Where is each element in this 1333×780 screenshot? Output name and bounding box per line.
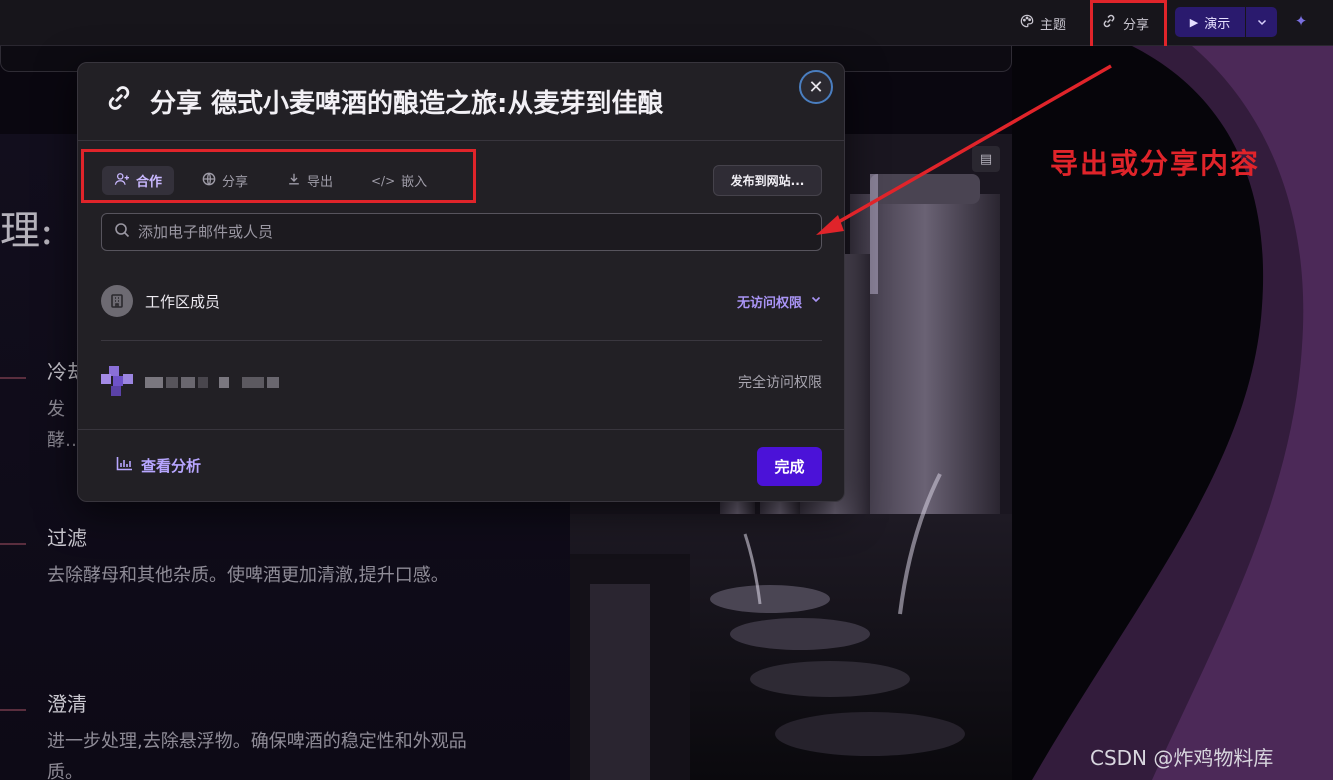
item-desc: 去除酵母和其他杂质。使啤酒更加清澈,提升口感。: [47, 565, 449, 586]
workspace-member-label: 工作区成员: [145, 292, 221, 311]
permission-label: 无访问权限: [736, 295, 802, 311]
annotation-text: 导出或分享内容: [1050, 147, 1261, 180]
add-user-icon: [114, 172, 130, 190]
tab-collaborate[interactable]: 合作: [102, 166, 175, 195]
theme-label: 主题: [1040, 17, 1067, 33]
share-button[interactable]: 分享: [1095, 8, 1155, 38]
owner-permission-label: 完全访问权限: [738, 375, 822, 391]
item-title: 澄清: [47, 692, 87, 716]
present-label: 演示: [1204, 16, 1231, 32]
view-analytics-button[interactable]: 查看分析: [116, 455, 201, 476]
dialog-title-text: 分享 德式小麦啤酒的酿造之旅:从麦芽到佳酿: [150, 89, 664, 119]
tab-label: 导出: [307, 175, 334, 190]
present-button[interactable]: ▶ 演示: [1175, 7, 1245, 37]
title-divider: [78, 140, 844, 141]
code-icon: </>: [371, 173, 396, 188]
workspace-member-row: 工作区成员 无访问权限: [101, 281, 822, 321]
search-box[interactable]: [101, 213, 822, 251]
link-icon: [102, 83, 136, 120]
chevron-down-icon: [1256, 13, 1268, 32]
watermark: CSDN @炸鸡物料库: [1090, 746, 1274, 770]
item-dash: [0, 709, 26, 711]
building-icon: [101, 285, 133, 317]
user-name-redacted: [145, 376, 279, 388]
owner-row: 完全访问权限: [101, 362, 822, 402]
search-icon: [114, 222, 130, 242]
done-button[interactable]: 完成: [757, 447, 822, 486]
bar-chart-icon: [116, 456, 133, 475]
item-title: 过滤: [47, 526, 87, 550]
item-dash: [0, 377, 26, 379]
member-divider: [101, 340, 822, 341]
tab-export[interactable]: 导出: [275, 166, 345, 195]
tab-embed[interactable]: </> 嵌入: [359, 166, 439, 195]
link-icon: [1101, 13, 1117, 33]
share-label: 分享: [1123, 17, 1150, 33]
present-dropdown-button[interactable]: [1246, 7, 1277, 37]
palette-icon: [1020, 14, 1034, 32]
tab-label: 嵌入: [401, 175, 428, 190]
item-desc: 进一步处理,去除悬浮物。确保啤酒的稳定性和外观品质。: [47, 731, 467, 780]
analytics-label: 查看分析: [141, 457, 202, 475]
theme-button[interactable]: 主题: [1014, 8, 1072, 38]
play-icon: ▶: [1189, 15, 1199, 29]
ai-sparkle-icon[interactable]: ✦: [1291, 11, 1311, 31]
globe-icon: [202, 172, 216, 190]
share-dialog: 分享 德式小麦啤酒的酿造之旅:从麦芽到佳酿 ✕ 合作 分享 导出 </> 嵌入 …: [77, 62, 845, 502]
top-bar: 主题 分享 ▶ 演示 ✦: [0, 0, 1333, 46]
tab-label: 合作: [136, 175, 163, 190]
tab-share[interactable]: 分享: [190, 166, 260, 195]
tab-label: 分享: [222, 175, 249, 190]
slide-title-fragment: 理:: [0, 208, 54, 254]
user-avatar: [101, 366, 137, 398]
dialog-title: 分享 德式小麦啤酒的酿造之旅:从麦芽到佳酿: [102, 83, 663, 120]
footer-divider: [78, 429, 844, 430]
workspace-permission-dropdown[interactable]: 无访问权限: [737, 292, 822, 311]
chevron-down-icon: [810, 293, 822, 309]
item-dash: [0, 543, 26, 545]
download-icon: [287, 172, 301, 190]
add-people-input[interactable]: [138, 223, 778, 241]
